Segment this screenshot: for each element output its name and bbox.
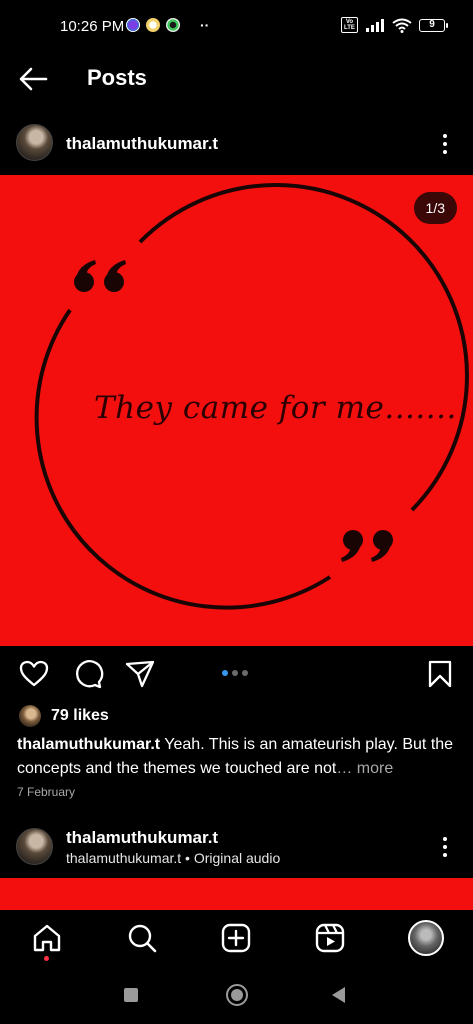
next-post-audio[interactable]: thalamuthukumar.t • Original audio	[66, 850, 280, 866]
system-status: Vo LTE 9	[341, 17, 448, 33]
app-notification-icon	[146, 18, 160, 32]
close-quote-icon	[341, 530, 393, 562]
more-vertical-icon[interactable]	[435, 832, 455, 862]
home-button[interactable]	[226, 984, 248, 1006]
post-image[interactable]: They came for me....... 1/3	[0, 175, 473, 646]
share-icon[interactable]	[124, 658, 156, 690]
arrow-left-icon[interactable]	[16, 62, 50, 96]
open-quote-icon	[74, 260, 126, 292]
bottom-nav	[0, 910, 473, 968]
notification-icons: ··	[126, 17, 209, 33]
avatar[interactable]	[16, 124, 53, 161]
next-post-username[interactable]: thalamuthukumar.t	[66, 828, 218, 848]
profile-avatar[interactable]	[408, 920, 444, 956]
app-notification-icon	[126, 18, 140, 32]
more-notifications-icon: ··	[200, 17, 210, 33]
page-title: Posts	[87, 65, 147, 90]
post-date: 7 February	[17, 785, 76, 799]
next-post-image[interactable]	[0, 878, 473, 910]
heart-icon[interactable]	[18, 658, 50, 690]
back-button[interactable]	[332, 987, 345, 1003]
post-caption: thalamuthukumar.t Yeah. This is an amate…	[17, 733, 457, 781]
search-icon[interactable]	[126, 922, 158, 954]
recents-button[interactable]	[124, 988, 138, 1002]
caption-ellipsis: …	[336, 760, 357, 777]
post-username[interactable]: thalamuthukumar.t	[66, 134, 218, 154]
caption-more-link[interactable]: more	[357, 760, 393, 777]
post-header: thalamuthukumar.t	[0, 122, 473, 166]
bookmark-icon[interactable]	[424, 658, 456, 690]
system-nav-bar	[0, 968, 473, 1024]
carousel-dot	[232, 670, 238, 676]
post-actions	[0, 652, 473, 698]
create-icon[interactable]	[220, 922, 252, 954]
more-vertical-icon[interactable]	[435, 129, 455, 159]
reels-icon[interactable]	[314, 922, 346, 954]
comment-icon[interactable]	[72, 658, 104, 690]
signal-icon	[366, 19, 384, 32]
avatar[interactable]	[16, 828, 53, 865]
carousel-dot	[242, 670, 248, 676]
battery-icon: 9	[419, 18, 448, 32]
likes-count[interactable]: 79 likes	[51, 707, 109, 725]
carousel-dot	[222, 670, 228, 676]
likes-row[interactable]: 79 likes	[19, 705, 109, 727]
status-time: 10:26 PM	[60, 18, 125, 35]
next-post-header: thalamuthukumar.t thalamuthukumar.t • Or…	[0, 826, 473, 870]
quote-text: They came for me.......	[94, 390, 457, 426]
wifi-icon	[392, 18, 412, 33]
home-icon[interactable]	[31, 922, 63, 954]
home-notification-dot	[44, 956, 49, 961]
caption-username[interactable]: thalamuthukumar.t	[17, 736, 160, 753]
status-bar: 10:26 PM ·· Vo LTE 9	[0, 0, 473, 52]
volte-icon: Vo LTE	[341, 17, 358, 33]
carousel-counter: 1/3	[413, 192, 457, 224]
page-header: Posts	[0, 52, 473, 106]
liker-avatar	[19, 705, 41, 727]
carousel-indicator	[222, 670, 248, 676]
battery-level: 9	[429, 18, 435, 30]
app-notification-icon	[166, 18, 180, 32]
